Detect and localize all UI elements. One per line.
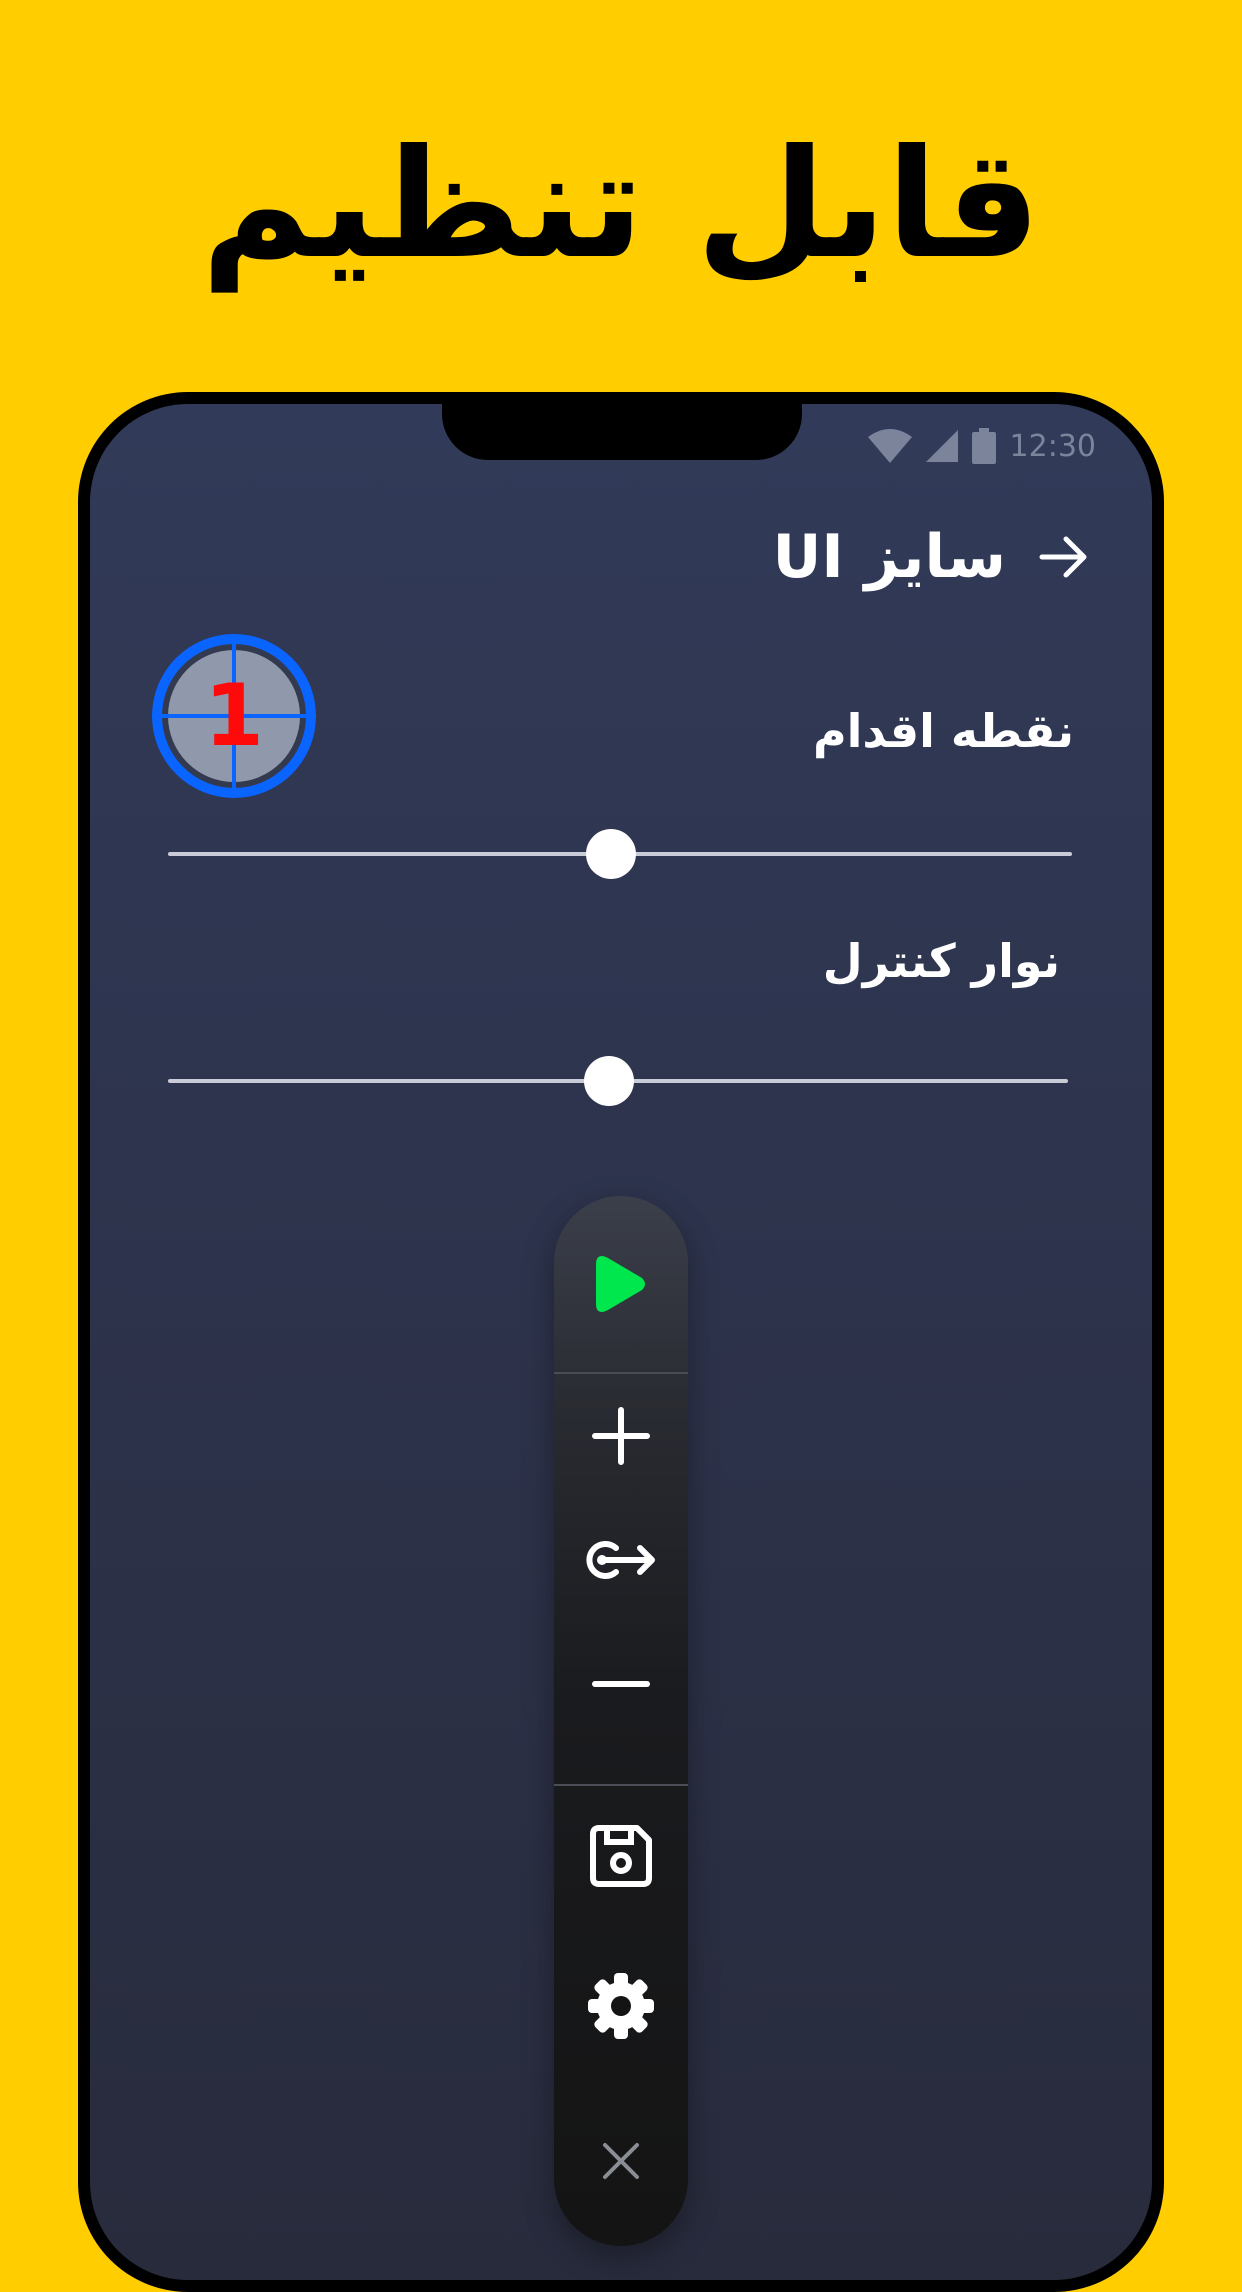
add-button[interactable]	[554, 1374, 688, 1498]
save-icon	[590, 1825, 652, 1887]
close-icon	[603, 2143, 639, 2179]
arrow-right-icon[interactable]	[1036, 529, 1092, 585]
swipe-icon	[586, 1541, 655, 1579]
close-button[interactable]	[554, 2086, 688, 2236]
slider-thumb[interactable]	[584, 1056, 634, 1106]
promo-headline: قابل تنظیم	[201, 118, 1041, 292]
wifi-icon	[867, 429, 912, 463]
plus-icon	[592, 1407, 650, 1465]
play-icon	[596, 1256, 645, 1312]
battery-icon	[971, 428, 996, 464]
header: سایز UI	[773, 522, 1092, 592]
remove-button[interactable]	[554, 1622, 688, 1746]
minus-icon	[592, 1681, 650, 1687]
floating-toolbar	[554, 1196, 688, 2246]
target-preview: 1	[146, 628, 322, 804]
app-screen: 12:30 سایز UI 1 نقطه اقدام نوار کنترل	[90, 404, 1152, 2280]
slider-label-control-bar: نوار کنترل	[822, 934, 1060, 988]
settings-button[interactable]	[554, 1926, 688, 2086]
control-bar-slider[interactable]	[168, 1056, 1068, 1106]
play-button[interactable]	[554, 1196, 688, 1372]
slider-thumb[interactable]	[585, 829, 636, 879]
page-title: سایز UI	[772, 522, 1006, 592]
target-number: 1	[204, 666, 264, 766]
status-time: 12:30	[1009, 428, 1096, 464]
swipe-button[interactable]	[554, 1498, 688, 1622]
slider-label-action-point: نقطه اقدام	[812, 704, 1074, 758]
gear-icon	[588, 1973, 654, 2039]
action-point-slider[interactable]	[168, 829, 1072, 879]
status-bar: 12:30	[867, 424, 1096, 468]
phone-notch	[442, 404, 802, 460]
signal-icon	[925, 430, 958, 462]
save-button[interactable]	[554, 1786, 688, 1926]
phone-frame: 12:30 سایز UI 1 نقطه اقدام نوار کنترل	[78, 392, 1164, 2292]
